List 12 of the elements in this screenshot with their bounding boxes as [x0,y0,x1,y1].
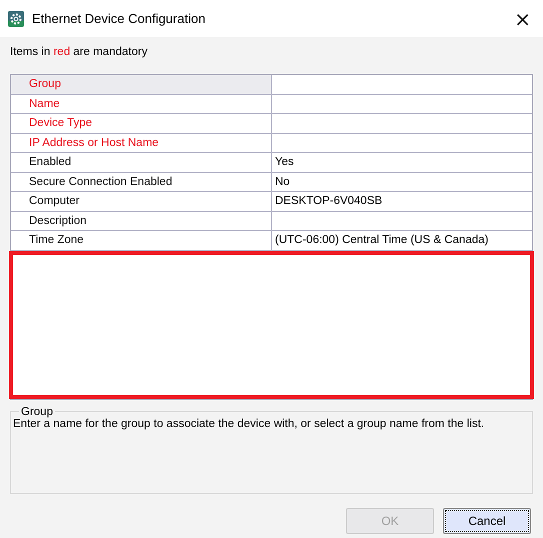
property-value[interactable]: Yes [272,153,532,172]
property-value[interactable]: DESKTOP-6V040SB [272,192,532,210]
mandatory-note: Items in red are mandatory [10,46,148,58]
gear-icon [8,10,24,26]
cancel-button[interactable]: Cancel [443,508,531,534]
property-value[interactable]: No [272,172,532,191]
property-name[interactable]: Group [11,75,272,94]
property-value[interactable]: (UTC-06:00) Central Time (US & Canada) [272,231,532,250]
window-title: Ethernet Device Configuration [32,11,206,26]
close-button[interactable]: × [510,6,535,30]
help-text: Enter a name for the group to associate the device with, or select a group name from the list. [13,418,486,430]
help-title: Group [20,406,54,418]
